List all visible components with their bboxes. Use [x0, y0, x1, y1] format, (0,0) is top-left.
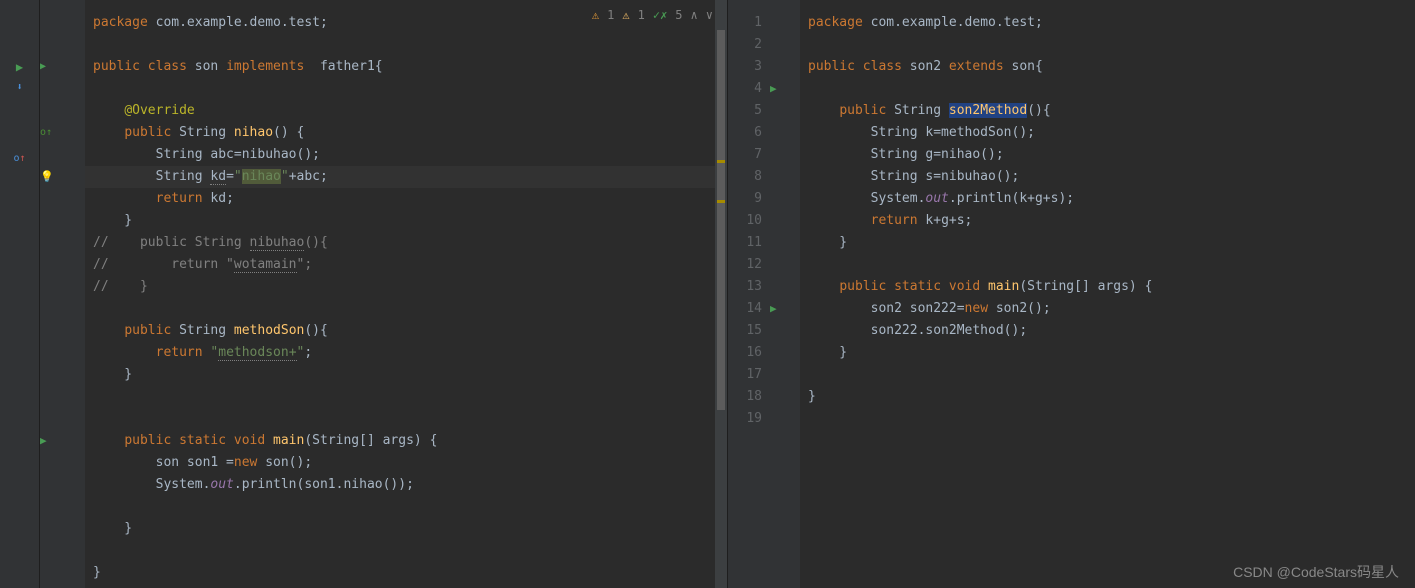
- code-line[interactable]: // public String nibuhao(){: [85, 232, 727, 254]
- right-line-numbers[interactable]: 12345678910111213141516171819: [728, 0, 770, 588]
- run-icon[interactable]: ▶: [770, 298, 790, 320]
- code-line[interactable]: [85, 408, 727, 430]
- code-line[interactable]: [800, 364, 1415, 386]
- line-number: 10: [734, 210, 762, 232]
- code-line[interactable]: [85, 496, 727, 518]
- code-line[interactable]: [800, 254, 1415, 276]
- typo-count: 5: [675, 8, 682, 22]
- chevron-up-icon[interactable]: ∧: [691, 8, 698, 22]
- left-code-area[interactable]: package com.example.demo.test;public cla…: [85, 0, 727, 588]
- right-editor-pane: 12345678910111213141516171819 ▶▶ package…: [728, 0, 1415, 588]
- line-number: 19: [734, 408, 762, 430]
- run-icon[interactable]: ▶: [16, 60, 23, 74]
- scroll-marker: [717, 200, 725, 203]
- code-line[interactable]: }: [800, 386, 1415, 408]
- run-implements-icon[interactable]: ▶: [40, 56, 60, 78]
- code-line[interactable]: String kd="nihao"+abc;: [85, 166, 727, 188]
- line-number: 1: [734, 12, 762, 34]
- code-line[interactable]: [85, 298, 727, 320]
- override-icon[interactable]: o↑: [40, 122, 60, 144]
- line-number: 3: [734, 56, 762, 78]
- code-line[interactable]: [85, 386, 727, 408]
- line-number: 17: [734, 364, 762, 386]
- code-line[interactable]: return kd;: [85, 188, 727, 210]
- right-editor-gutter[interactable]: ▶▶: [770, 0, 800, 588]
- warning-count: 1: [607, 8, 614, 22]
- code-line[interactable]: [85, 78, 727, 100]
- line-number: 15: [734, 320, 762, 342]
- weak-warning-count: 1: [638, 8, 645, 22]
- code-line[interactable]: public class son implements father1{: [85, 56, 727, 78]
- weak-warning-icon: ⚠: [622, 8, 629, 22]
- override-mix-icon[interactable]: o↑: [13, 153, 25, 164]
- line-number: 12: [734, 254, 762, 276]
- line-number: 13: [734, 276, 762, 298]
- editor-container: ▶ ⬇ o↑ ⚠ 1 ⚠ 1 ✓✗ 5 ∧ ∨ ▶ o↑ 💡 ▶ package com.e…: [0, 0, 1415, 588]
- warning-icon: ⚠: [592, 8, 599, 22]
- code-line[interactable]: public String methodSon(){: [85, 320, 727, 342]
- code-line[interactable]: String s=nibuhao();: [800, 166, 1415, 188]
- left-editor-pane: ⚠ 1 ⚠ 1 ✓✗ 5 ∧ ∨ ▶ o↑ 💡 ▶ package com.example.…: [40, 0, 728, 588]
- code-line[interactable]: public String son2Method(){: [800, 100, 1415, 122]
- inspection-widget[interactable]: ⚠ 1 ⚠ 1 ✓✗ 5 ∧ ∨: [592, 8, 713, 22]
- code-line[interactable]: }: [85, 364, 727, 386]
- code-line[interactable]: package com.example.demo.test;: [800, 12, 1415, 34]
- code-line[interactable]: son2 son222=new son2();: [800, 298, 1415, 320]
- code-line[interactable]: }: [85, 562, 727, 584]
- line-number: 11: [734, 232, 762, 254]
- impl-down-icon[interactable]: ⬇: [16, 82, 22, 93]
- code-line[interactable]: return "methodson+";: [85, 342, 727, 364]
- scroll-thumb[interactable]: [717, 30, 725, 410]
- watermark: CSDN @CodeStars码星人: [1233, 562, 1399, 582]
- code-line[interactable]: public String nihao() {: [85, 122, 727, 144]
- code-line[interactable]: son222.son2Method();: [800, 320, 1415, 342]
- line-number: 9: [734, 188, 762, 210]
- code-line[interactable]: [800, 78, 1415, 100]
- code-line[interactable]: // return "wotamain";: [85, 254, 727, 276]
- code-line[interactable]: public class son2 extends son{: [800, 56, 1415, 78]
- scroll-marker: [717, 160, 725, 163]
- code-line[interactable]: }: [800, 342, 1415, 364]
- code-line[interactable]: // }: [85, 276, 727, 298]
- code-line[interactable]: son son1 =new son();: [85, 452, 727, 474]
- run-icon[interactable]: ▶: [770, 78, 790, 100]
- typo-icon: ✓✗: [653, 8, 667, 22]
- code-line[interactable]: [85, 34, 727, 56]
- code-line[interactable]: [85, 540, 727, 562]
- line-number: 16: [734, 342, 762, 364]
- code-line[interactable]: @Override: [85, 100, 727, 122]
- left-scrollbar[interactable]: [715, 0, 727, 588]
- line-number: 14: [734, 298, 762, 320]
- code-line[interactable]: return k+g+s;: [800, 210, 1415, 232]
- chevron-down-icon[interactable]: ∨: [706, 8, 713, 22]
- line-number: 7: [734, 144, 762, 166]
- code-line[interactable]: }: [800, 232, 1415, 254]
- line-number: 8: [734, 166, 762, 188]
- line-number: 18: [734, 386, 762, 408]
- code-line[interactable]: System.out.println(son1.nihao());: [85, 474, 727, 496]
- line-number: 2: [734, 34, 762, 56]
- code-line[interactable]: String abc=nibuhao();: [85, 144, 727, 166]
- code-line[interactable]: }: [85, 518, 727, 540]
- run-icon[interactable]: ▶: [40, 430, 60, 452]
- line-number: 5: [734, 100, 762, 122]
- intention-bulb-icon[interactable]: 💡: [40, 166, 60, 188]
- code-line[interactable]: [800, 34, 1415, 56]
- left-editor-gutter[interactable]: ▶ o↑ 💡 ▶: [40, 0, 85, 588]
- code-line[interactable]: String k=methodSon();: [800, 122, 1415, 144]
- line-number: 4: [734, 78, 762, 100]
- code-line[interactable]: System.out.println(k+g+s);: [800, 188, 1415, 210]
- code-line[interactable]: [800, 408, 1415, 430]
- right-code-area[interactable]: package com.example.demo.test; public cla…: [800, 0, 1415, 588]
- left-tool-gutter: ▶ ⬇ o↑: [0, 0, 40, 588]
- code-line[interactable]: }: [85, 210, 727, 232]
- code-line[interactable]: public static void main(String[] args) {: [800, 276, 1415, 298]
- line-number: 6: [734, 122, 762, 144]
- code-line[interactable]: String g=nihao();: [800, 144, 1415, 166]
- code-line[interactable]: public static void main(String[] args) {: [85, 430, 727, 452]
